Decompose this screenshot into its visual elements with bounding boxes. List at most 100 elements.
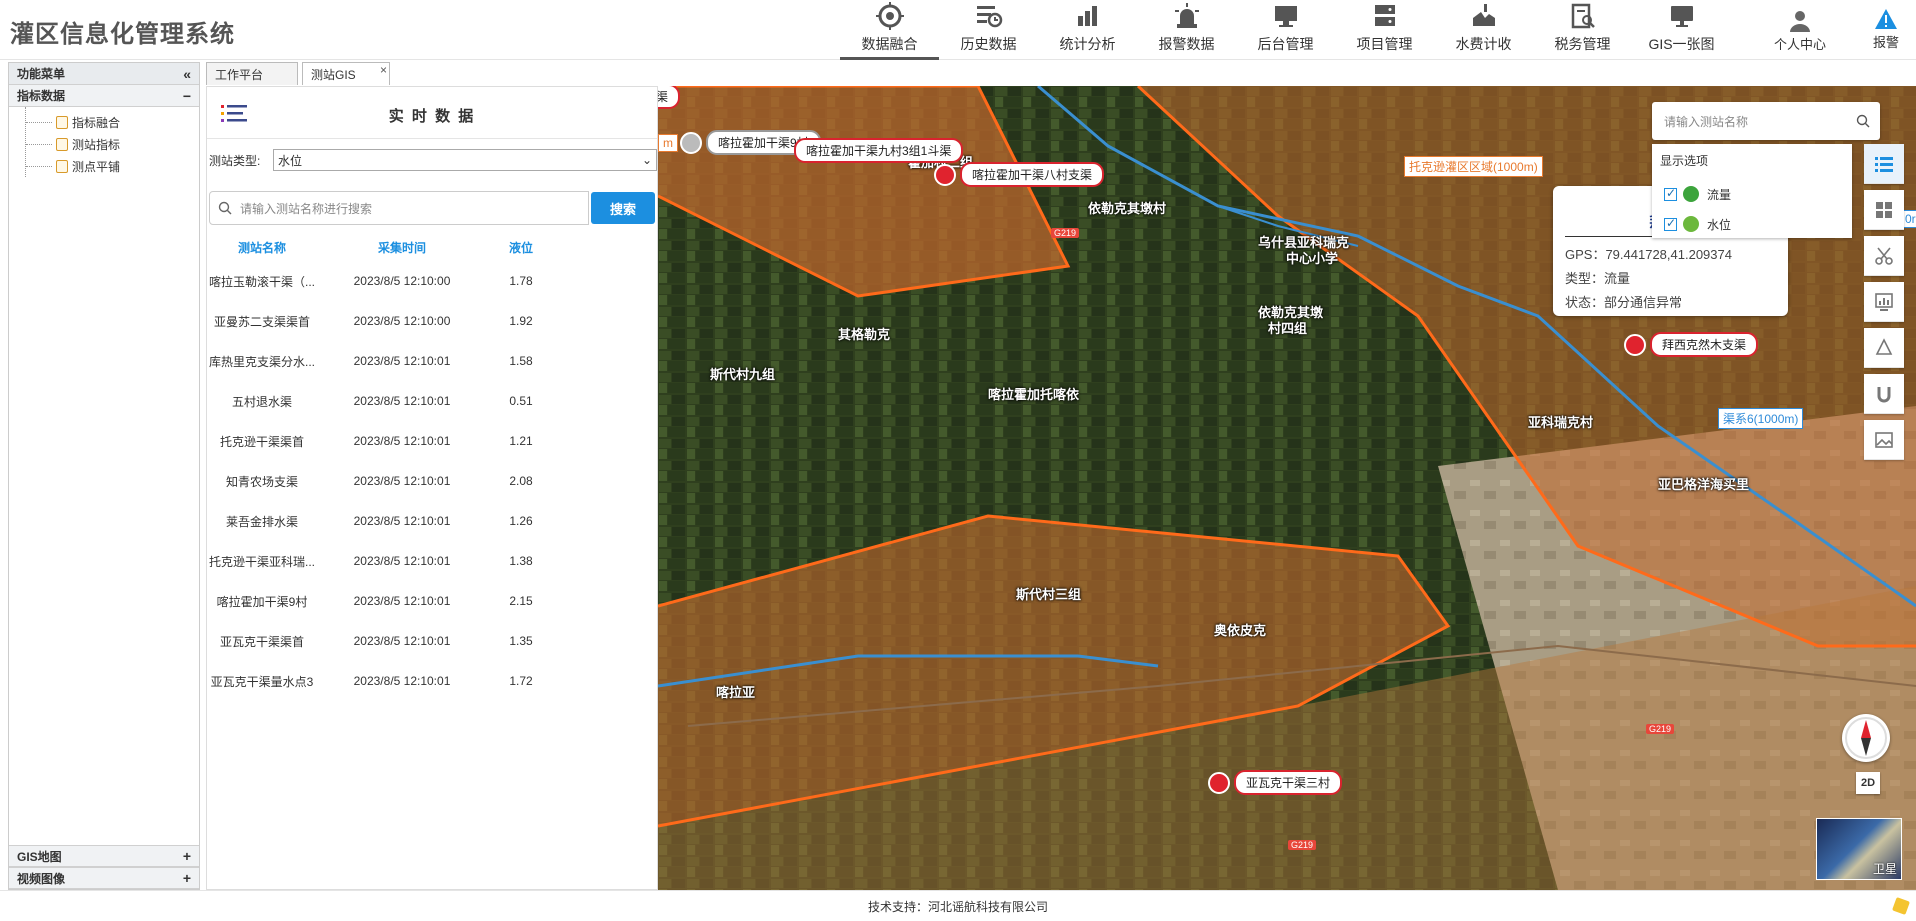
nav-tax[interactable]: 税务管理 <box>1533 0 1632 60</box>
nav-water-fee[interactable]: 水费计收 <box>1434 0 1533 60</box>
cell-station-name: 喀拉玉勒滚干渠（... <box>208 274 315 289</box>
user-center-button[interactable]: 个人中心 <box>1760 8 1840 53</box>
cell-station-name: 知青农场支渠 <box>225 474 298 489</box>
station-pin-label: 喀拉霍加干渠八村支渠 <box>960 162 1105 187</box>
cell-collect-time: 2023/8/5 12:10:01 <box>353 474 451 488</box>
table-row[interactable]: 莱吾金排水渠 2023/8/5 12:10:01 1.26 <box>207 501 657 541</box>
cell-level: 1.58 <box>509 354 533 368</box>
station-type-select[interactable]: 水位 ⌄ <box>273 149 657 171</box>
station-marker-icon <box>680 131 702 154</box>
collapse-minus-icon[interactable]: − <box>183 88 191 104</box>
cell-level: 1.78 <box>509 274 533 288</box>
nav-project[interactable]: 项目管理 <box>1335 0 1434 60</box>
search-button[interactable]: 搜索 <box>591 192 655 224</box>
nav-label: 水费计收 <box>1455 36 1512 52</box>
option-water-level[interactable]: 水位 <box>1660 209 1844 239</box>
table-row[interactable]: 喀拉玉勒滚干渠（... 2023/8/5 12:10:00 1.78 <box>207 261 657 301</box>
image-tool-button[interactable] <box>1864 420 1904 460</box>
zone-tag[interactable]: 托克逊灌区区域(1000m) <box>1404 156 1543 177</box>
nav-statistics[interactable]: 统计分析 <box>1038 0 1137 60</box>
option-label: 水位 <box>1707 217 1732 232</box>
expand-plus-icon[interactable]: + <box>183 870 191 886</box>
document-icon <box>56 137 68 151</box>
layer-list-button[interactable] <box>1864 144 1904 184</box>
chart-tool-button[interactable] <box>1864 282 1904 322</box>
collapse-left-icon[interactable]: « <box>183 66 191 82</box>
table-row[interactable]: 库热里克支渠分水... 2023/8/5 12:10:01 1.58 <box>207 341 657 381</box>
col-collect-time: 采集时间 <box>377 240 426 255</box>
magnet-tool-button[interactable] <box>1864 374 1904 414</box>
station-type-row: 测站类型: 水位 ⌄ <box>207 149 657 171</box>
cell-collect-time: 2023/8/5 12:10:01 <box>353 554 451 568</box>
table-row[interactable]: 亚瓦克干渠渠首 2023/8/5 12:10:01 1.35 <box>207 621 657 661</box>
sidebar-section-video[interactable]: 视频图像 + <box>9 867 199 889</box>
zone-tag[interactable]: m <box>658 134 678 152</box>
nav-history[interactable]: 历史数据 <box>939 0 1038 60</box>
station-pin[interactable]: 斗渠 <box>658 86 681 109</box>
realtime-table: 测站名称 采集时间 液位 喀拉玉勒滚干渠（... 2023/8/5 12:10:0… <box>207 233 657 701</box>
compass-icon[interactable] <box>1842 714 1890 762</box>
checkbox-checked[interactable] <box>1664 216 1677 231</box>
map-toolbar <box>1864 144 1904 466</box>
nav-data-fusion[interactable]: 数据融合 <box>840 0 939 60</box>
nav-alarm-data[interactable]: 报警数据 <box>1137 0 1236 60</box>
alert-tool-button[interactable] <box>1864 328 1904 368</box>
station-pin[interactable]: 亚瓦克干渠三村 <box>1208 770 1343 795</box>
server-icon <box>1374 5 1395 26</box>
realtime-panel: 实 时 数 据 测站类型: 水位 ⌄ 请输入测站名称进行搜索 搜索 测站名称 采… <box>206 86 658 890</box>
table-row[interactable]: 知青农场支渠 2023/8/5 12:10:01 2.08 <box>207 461 657 501</box>
gis-map[interactable]: 霍加村二组 依勒克其墩村 乌什县亚科瑞克 中心小学 依勒克其墩 村四组 其格勒克… <box>658 86 1916 890</box>
water-level-station-icon <box>1683 216 1699 232</box>
cell-station-name: 亚瓦克干渠量水点3 <box>210 674 314 689</box>
station-marker-icon <box>934 163 956 186</box>
sidebar-section-gis[interactable]: GIS地图 + <box>9 845 199 867</box>
cell-collect-time: 2023/8/5 12:10:01 <box>353 394 451 408</box>
sidebar-section-label: GIS地图 <box>17 849 62 864</box>
close-icon[interactable]: × <box>380 63 387 77</box>
panel-header: 实 时 数 据 <box>207 87 657 139</box>
nav-label: 后台管理 <box>1257 36 1314 52</box>
sidebar-item-station-indicator[interactable]: 测站指标 <box>26 133 199 155</box>
place-name: 喀拉亚 <box>716 685 756 700</box>
measure-tool-button[interactable] <box>1864 236 1904 276</box>
table-row[interactable]: 喀拉霍加干渠9村 2023/8/5 12:10:01 2.15 <box>207 581 657 621</box>
map-search-input[interactable]: 请输入测站名称 <box>1652 102 1880 140</box>
station-search-input[interactable]: 请输入测站名称进行搜索 <box>209 191 589 225</box>
station-pin-label: 斗渠 <box>658 86 681 109</box>
table-row[interactable]: 托克逊干渠亚科瑞... 2023/8/5 12:10:01 1.38 <box>207 541 657 581</box>
cell-collect-time: 2023/8/5 12:10:01 <box>353 514 451 528</box>
user-center-label: 个人中心 <box>1773 37 1826 52</box>
popup-gps: GPS：79.441728,41.209374 <box>1565 247 1732 262</box>
station-pin[interactable]: 喀拉霍加干渠九村3组1斗渠 <box>790 138 964 163</box>
search-icon[interactable] <box>1856 114 1870 128</box>
search-row: 请输入测站名称进行搜索 搜索 <box>209 191 655 225</box>
table-row[interactable]: 托克逊干渠渠首 2023/8/5 12:10:01 1.21 <box>207 421 657 461</box>
alarm-button[interactable]: 报警 <box>1856 8 1916 51</box>
tab-workbench[interactable]: 工作平台 <box>206 62 298 85</box>
station-pin[interactable]: 喀拉霍加干渠八村支渠 <box>934 162 1105 187</box>
nav-gis-map[interactable]: GIS一张图 <box>1632 0 1731 60</box>
cell-station-name: 亚瓦克干渠渠首 <box>219 634 304 649</box>
table-row[interactable]: 亚曼苏二支渠渠首 2023/8/5 12:10:00 1.92 <box>207 301 657 341</box>
table-row[interactable]: 亚瓦克干渠量水点3 2023/8/5 12:10:01 1.72 <box>207 661 657 701</box>
sidebar-item-point-tile[interactable]: 测点平铺 <box>26 155 199 177</box>
nav-backend[interactable]: 后台管理 <box>1236 0 1335 60</box>
basemap-switch-button[interactable]: 卫星 <box>1816 818 1902 880</box>
footer: 技术支持：河北谣航科技有限公司 <box>0 890 1916 921</box>
station-pin[interactable]: 拜西克然木支渠 <box>1624 332 1759 357</box>
nav-label: 数据融合 <box>861 36 918 52</box>
table-row[interactable]: 五村退水渠 2023/8/5 12:10:01 0.51 <box>207 381 657 421</box>
sidebar-item-indicator-fusion[interactable]: 指标融合 <box>26 111 199 133</box>
sidebar-section-indicator[interactable]: 指标数据 − <box>9 85 199 107</box>
cell-level: 1.92 <box>509 314 533 328</box>
grid-view-button[interactable] <box>1864 190 1904 230</box>
cell-level: 0.51 <box>509 394 533 408</box>
expand-plus-icon[interactable]: + <box>183 848 191 864</box>
alarm-light-icon <box>1174 3 1199 28</box>
zone-tag[interactable]: 渠系6(1000m) <box>1718 408 1804 429</box>
option-flow[interactable]: 流量 <box>1660 179 1844 209</box>
cell-station-name: 莱吾金排水渠 <box>225 514 298 529</box>
checkbox-checked[interactable] <box>1664 186 1677 201</box>
tab-station-gis[interactable]: 测站GIS × <box>302 62 390 85</box>
view-2d-button[interactable]: 2D <box>1856 772 1880 794</box>
